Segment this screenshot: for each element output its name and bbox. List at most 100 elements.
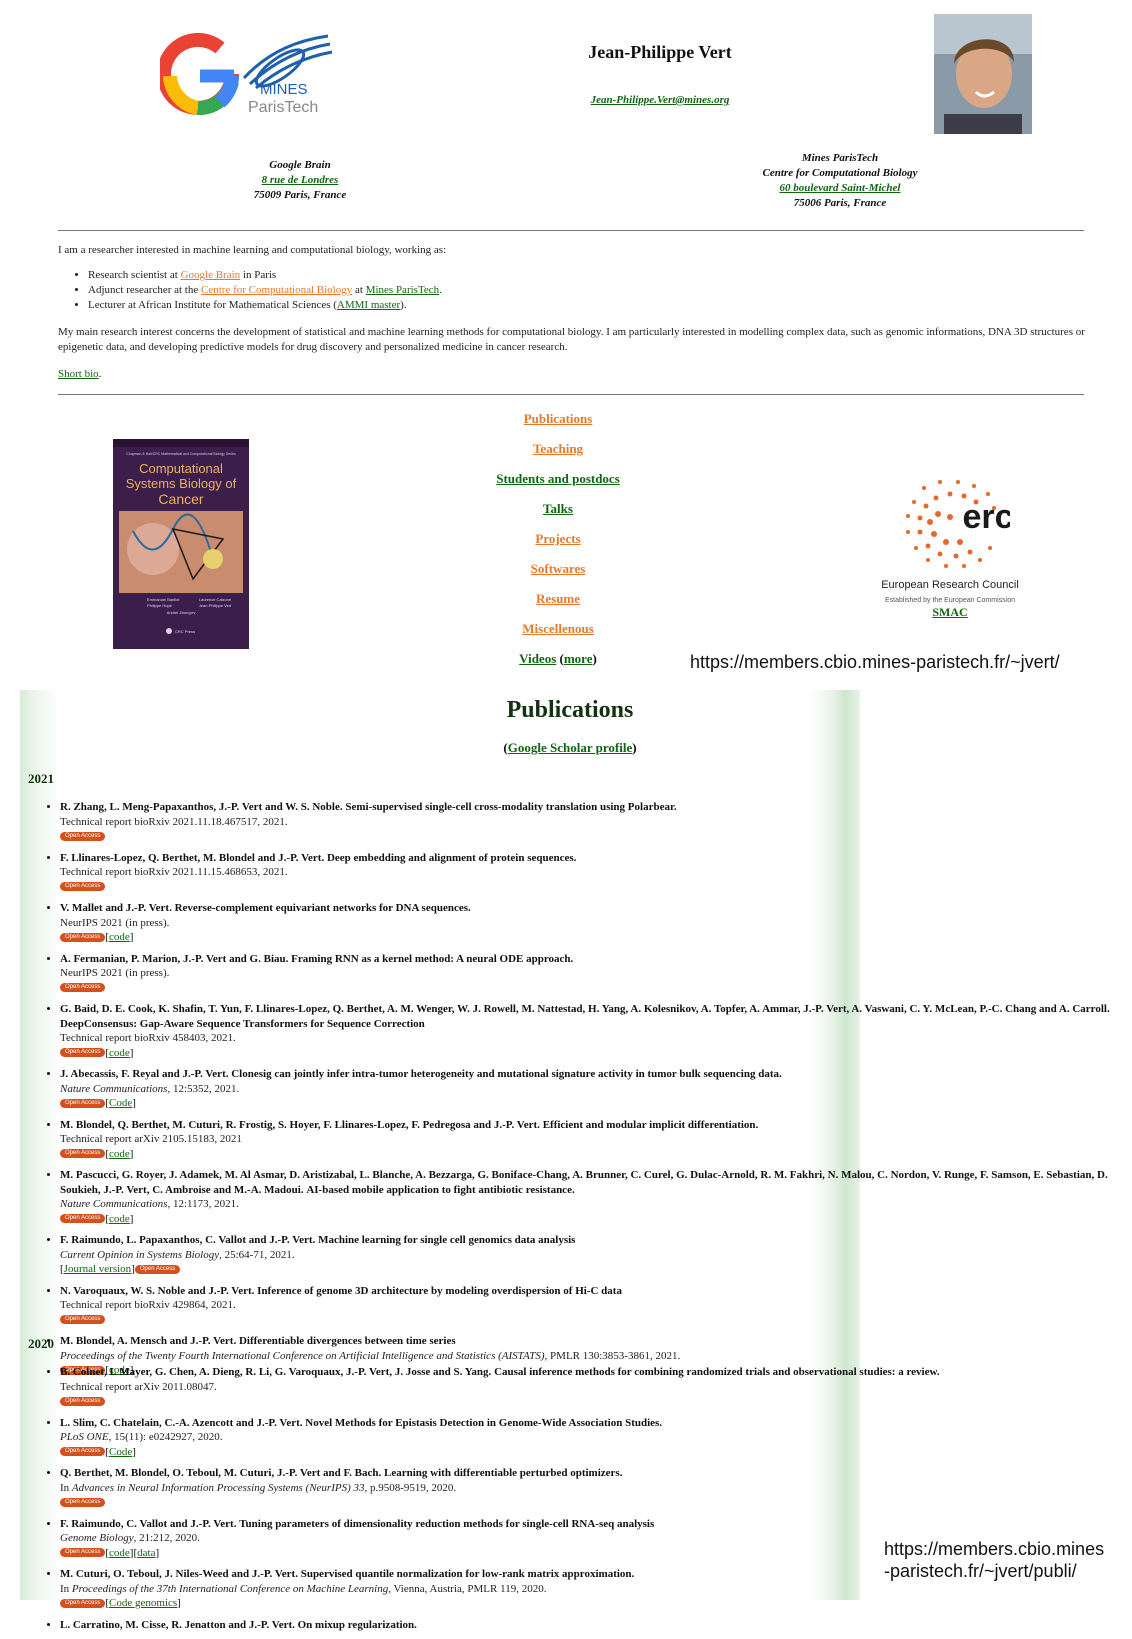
menu-videos-more[interactable]: more <box>564 651 593 666</box>
role-item: Research scientist at Google Brain in Pa… <box>88 268 1088 283</box>
publication-authors: J. Abecassis, F. Reyal and J.-P. Vert. <box>60 1068 229 1080</box>
google-scholar-link[interactable]: Google Scholar profile <box>508 740 632 755</box>
menu-videos[interactable]: Videos <box>519 651 556 666</box>
publication-title: Semi-supervised single-cell cross-modali… <box>345 801 677 813</box>
cbio-link[interactable]: Centre for Computational Biology <box>201 284 352 296</box>
open-access-badge[interactable]: Open Access <box>60 1598 106 1608</box>
publication-venue-prefix: In <box>60 1582 72 1595</box>
menu-publications[interactable]: Publications <box>524 411 593 426</box>
publication-item: F. Llinares-Lopez, Q. Berthet, M. Blonde… <box>60 851 1124 895</box>
role-text: Lecturer at African Institute for Mathem… <box>88 299 337 311</box>
address-street-link[interactable]: 8 rue de Londres <box>262 174 339 186</box>
intro-text: I am a researcher interested in machine … <box>58 244 447 256</box>
resource-link[interactable]: code <box>109 1547 130 1559</box>
publication-authors: A. Fermanian, P. Marion, J.-P. Vert and … <box>60 952 289 965</box>
publication-venue-details: , 15(11): e0242927, 2020. <box>108 1431 223 1443</box>
open-access-badge[interactable]: Open Access <box>60 1447 106 1457</box>
publication-venue-details: , 25:64-71, 2021. <box>219 1248 295 1261</box>
resource-link[interactable]: code <box>109 1047 130 1059</box>
publication-item: G. Baid, D. E. Cook, K. Shafin, T. Yun, … <box>60 1002 1124 1060</box>
publication-authors: M. Pascucci, G. Royer, J. Adamek, M. Al … <box>60 1169 1108 1196</box>
publication-authors: L. Carratino, M. Cisse, R. Jenatton and … <box>60 1618 295 1631</box>
scholar-line: (Google Scholar profile) <box>503 740 637 755</box>
ammi-master-link[interactable]: AMMI master <box>337 299 400 311</box>
publication-title: Novel Methods for Epistasis Detection in… <box>305 1416 663 1429</box>
publication-venue-details: , p.9508-9519, 2020. <box>364 1481 457 1494</box>
email-block: Jean-Philippe.Vert@mines.org <box>540 94 780 106</box>
resource-link[interactable]: Code <box>109 1446 132 1458</box>
erc-logo[interactable]: erc <box>890 462 1014 572</box>
menu-resume[interactable]: Resume <box>536 591 580 606</box>
publication-title: Framing RNN as a kernel method: A neural… <box>291 952 574 965</box>
address-street-link[interactable]: 60 boulevard Saint-Michel <box>779 182 900 194</box>
book-author: Philippe Hupé <box>147 603 173 608</box>
erc-title: European Research Council <box>881 579 1019 591</box>
address-org: Google Brain <box>269 159 331 171</box>
open-access-badge[interactable]: Open Access <box>60 882 106 892</box>
open-access-badge[interactable]: Open Access <box>60 983 106 993</box>
period: . <box>98 368 102 380</box>
publication-title: DeepConsensus: Gap-Aware Sequence Transf… <box>60 1017 425 1030</box>
publication-venue-details: , PMLR 130:3853-3861, 2021. <box>544 1349 681 1362</box>
email-link[interactable]: Jean-Philippe.Vert@mines.org <box>591 94 730 106</box>
open-access-badge[interactable]: Open Access <box>60 1396 106 1406</box>
address-org: Mines ParisTech <box>801 152 879 164</box>
publication-venue: Proceedings of the 37th International Co… <box>71 1582 389 1595</box>
role-text: Adjunct researcher at the <box>88 284 201 296</box>
resource-link[interactable]: Code genomics <box>109 1597 177 1609</box>
resource-link[interactable]: code <box>109 1148 130 1160</box>
intro-section: I am a researcher interested in machine … <box>58 243 1088 382</box>
menu-softwares[interactable]: Softwares <box>531 561 586 576</box>
publication-authors: M. Blondel, Q. Berthet, M. Cuturi, R. Fr… <box>60 1118 540 1131</box>
open-access-badge[interactable]: Open Access <box>60 1214 106 1224</box>
open-access-badge[interactable]: Open Access <box>60 1048 106 1058</box>
book-cover[interactable]: Chapman & Hall/CRC Mathematical and Comp… <box>113 439 249 649</box>
publication-item: A. Fermanian, P. Marion, J.-P. Vert and … <box>60 952 1124 996</box>
open-access-badge[interactable]: Open Access <box>134 1264 181 1274</box>
book-title-3: Cancer <box>158 491 203 507</box>
publication-title: Inference of genome 3D architecture by m… <box>257 1284 622 1297</box>
publication-title: Supervised quantile normalization for lo… <box>300 1568 635 1580</box>
resource-link[interactable]: code <box>109 1213 130 1225</box>
publication-venue-details: , 12:1173, 2021. <box>167 1198 239 1210</box>
open-access-badge[interactable]: Open Access <box>60 932 106 942</box>
address-city: 75009 Paris, France <box>253 189 347 201</box>
mines-paristech-link[interactable]: Mines ParisTech <box>366 284 439 296</box>
google-mines-logo: MINES ParisTech <box>157 32 333 116</box>
publications-url-caption: https://members.cbio.mines -paristech.fr… <box>884 1538 1104 1582</box>
institution-logos: MINES ParisTech <box>157 30 340 120</box>
address-dept: Centre for Computational Biology <box>762 167 918 179</box>
url-line: -paristech.fr/~jvert/publi/ <box>884 1561 1077 1581</box>
resource-link[interactable]: Code <box>109 1097 132 1109</box>
publication-authors: Q. Berthet, M. Blondel, O. Teboul, M. Cu… <box>60 1467 382 1479</box>
menu-teaching[interactable]: Teaching <box>533 441 583 456</box>
paristech-logo-text: ParisTech <box>248 99 318 116</box>
open-access-badge[interactable]: Open Access <box>60 1098 106 1108</box>
menu-talks[interactable]: Talks <box>543 501 573 516</box>
book-author: Emmanuel Barillot <box>147 597 180 602</box>
publication-venue: PLoS ONE <box>60 1431 109 1443</box>
menu-students[interactable]: Students and postdocs <box>496 471 620 486</box>
smac-link[interactable]: SMAC <box>932 605 967 619</box>
publication-item: Q. Berthet, M. Blondel, O. Teboul, M. Cu… <box>60 1466 1124 1510</box>
open-access-badge[interactable]: Open Access <box>60 1548 106 1558</box>
short-bio-link[interactable]: Short bio <box>58 368 99 380</box>
open-access-badge[interactable]: Open Access <box>60 831 106 841</box>
google-brain-link[interactable]: Google Brain <box>181 269 241 281</box>
resource-link[interactable]: data <box>137 1547 155 1559</box>
open-access-badge[interactable]: Open Access <box>60 1497 106 1507</box>
publication-venue-prefix: In <box>60 1481 72 1494</box>
menu-projects[interactable]: Projects <box>535 531 580 546</box>
publication-title: Deep embedding and alignment of protein … <box>326 851 577 864</box>
open-access-badge[interactable]: Open Access <box>60 1149 106 1159</box>
open-access-badge[interactable]: Open Access <box>60 1315 106 1325</box>
journal-version-link[interactable]: Journal version <box>64 1263 132 1275</box>
publication-authors: M. Cuturi, O. Teboul, J. Niles-Weed and … <box>60 1568 298 1580</box>
publication-venue: Technical report bioRxiv 429864, 2021. <box>60 1299 236 1311</box>
publication-title: Learning with differentiable perturbed o… <box>384 1467 623 1479</box>
publication-venue: Technical report arXiv 2105.15183, 2021 <box>60 1133 242 1145</box>
main-menu: Publications Teaching Students and postd… <box>470 410 646 680</box>
resource-link[interactable]: code <box>109 931 130 943</box>
menu-miscellenous[interactable]: Miscellenous <box>522 621 594 636</box>
publication-venue: Technical report arXiv 2011.08047. <box>60 1380 217 1393</box>
